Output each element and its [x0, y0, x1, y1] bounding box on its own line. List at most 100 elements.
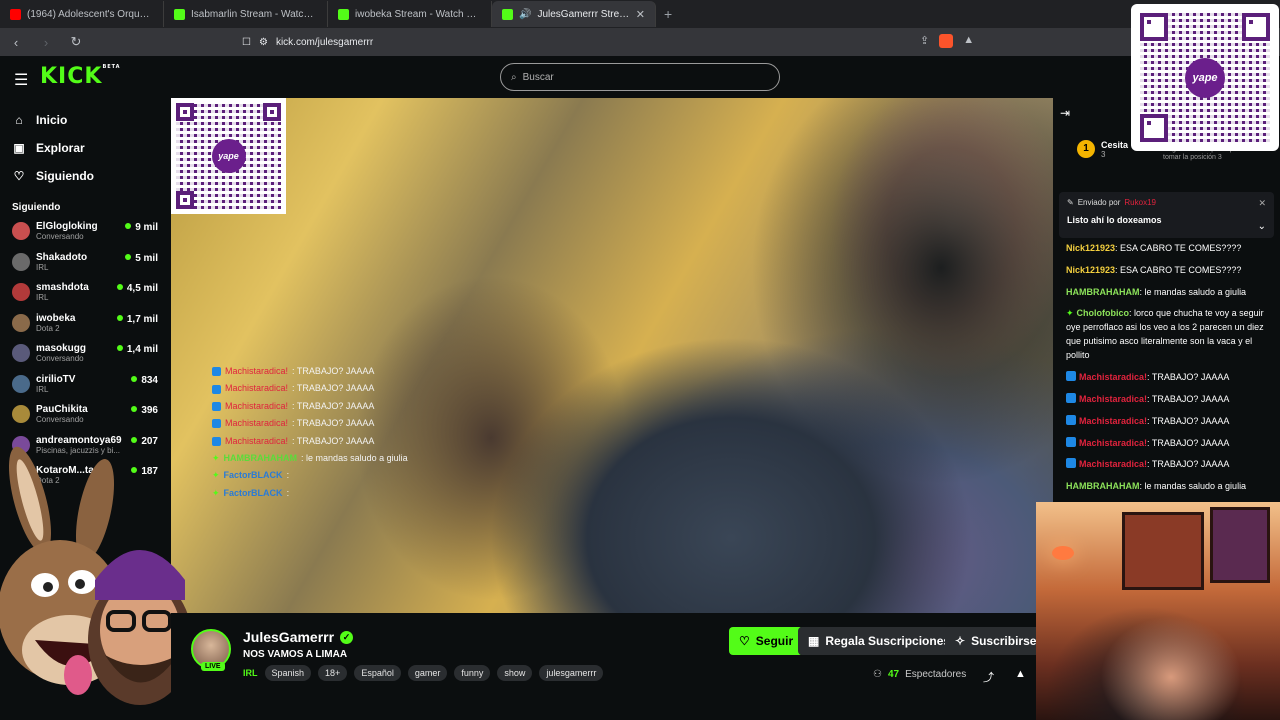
pinned-message[interactable]: ✎ Enviado por Rukox19 Listo ahí lo doxea… — [1059, 192, 1274, 238]
url-text: kick.com/julesgamerrr — [275, 36, 374, 48]
browser-tab[interactable]: Isabmarlin Stream - Watch Live on Ki — [164, 1, 328, 27]
share-icon[interactable]: ⇪ — [920, 34, 929, 48]
search-input[interactable]: ⌕ Buscar — [500, 63, 780, 91]
bookmark-icon[interactable]: ☐ — [242, 37, 251, 48]
badge-icon — [212, 402, 221, 412]
browser-tab[interactable]: (1964) Adolescent's Orquesta - Clase — [0, 1, 164, 27]
gift-subs-button[interactable]: ▦ Regala Suscripciones — [798, 627, 961, 655]
video-player[interactable] — [171, 98, 1053, 613]
channel-avatar — [12, 252, 30, 271]
menu-icon[interactable]: ☰ — [14, 70, 28, 90]
rewards-icon[interactable]: ▲ — [963, 34, 974, 48]
channel-viewers: 834 — [131, 375, 158, 386]
followed-channel[interactable]: Shakadoto IRL 5 mil — [0, 248, 170, 279]
subscribe-label: Suscribirse — [971, 634, 1037, 648]
chat-username[interactable]: Machistaradica! — [1079, 416, 1147, 426]
chat-message: Nick121923: ESA CABRO TE COMES???? — [1066, 263, 1271, 277]
followed-channel[interactable]: masokugg Conversando 1,4 mil — [0, 339, 170, 370]
video-chat-overlay: Machistaradica!: TRABAJO? JAAAA Machistar… — [212, 363, 408, 502]
streamer-name[interactable]: JulesGamerrr — [243, 629, 334, 645]
site-settings-icon[interactable]: ⚙ — [259, 37, 268, 48]
overlay-chat-line: Machistaradica!: TRABAJO? JAAAA — [212, 415, 408, 432]
chat-text: : TRABAJO? JAAAA — [1147, 393, 1230, 404]
channel-category: Conversando — [36, 354, 84, 363]
brave-shield-icon[interactable] — [939, 34, 954, 48]
speaker-icon[interactable]: 🔊 — [519, 9, 531, 20]
followed-channel[interactable]: cirilioTV IRL 834 — [0, 370, 170, 401]
nav-inicio[interactable]: ⌂ Inicio — [0, 106, 170, 134]
stream-tag[interactable]: 18+ — [318, 665, 348, 681]
nav-siguiendo[interactable]: ♡ Siguiendo — [0, 162, 170, 190]
viewers-icon: ⚇ — [873, 669, 882, 680]
chat-text: : le mandas saludo a giulia — [1139, 481, 1247, 492]
followed-channel[interactable]: PauChikita Conversando 396 — [0, 400, 170, 431]
reload-button[interactable]: ↻ — [68, 34, 84, 50]
subscriber-badge-icon — [1066, 371, 1076, 382]
followed-channel[interactable]: ElGlogloking Conversando 9 mil — [0, 217, 170, 248]
browser-tab[interactable]: iwobeka Stream - Watch Live on Kick — [328, 1, 492, 27]
overlay-chat-line: Machistaradica!: TRABAJO? JAAAA — [212, 363, 408, 380]
forward-button[interactable]: › — [38, 35, 54, 50]
heart-icon: ♡ — [739, 634, 750, 648]
share-icon[interactable]: ⤴ — [983, 669, 994, 685]
collapse-chat-icon[interactable]: ⇥ — [1060, 106, 1070, 120]
chat-username[interactable]: Nick121923 — [1066, 243, 1115, 253]
chat-username[interactable]: HAMBRAHAHAM — [1066, 481, 1140, 491]
gift-leaderboard: 1 Cesita 3 — [1077, 140, 1128, 159]
pinned-user[interactable]: Rukox19 — [1124, 198, 1156, 207]
channel-avatar — [12, 283, 30, 301]
browser-tab-active[interactable]: 🔊 JulesGamerrr Stream - Watch ✕ — [492, 1, 656, 27]
subscribe-button[interactable]: ✧ Suscribirse — [945, 627, 1047, 655]
chat-message: Nick121923: ESA CABRO TE COMES???? — [1066, 241, 1271, 255]
chevron-down-icon[interactable]: ⌄ — [1258, 221, 1266, 232]
channel-avatar — [12, 405, 30, 423]
gem-icon: ✦ — [212, 470, 220, 481]
followed-channel[interactable]: smashdota IRL 4,5 mil — [0, 278, 170, 309]
overlay-chat-user: HAMBRAHAHAM — [223, 453, 298, 464]
unpin-icon[interactable]: ✕ — [1258, 198, 1266, 209]
chat-username[interactable]: Machistaradica! — [1079, 438, 1147, 448]
overlay-chat-text: : TRABAJO? JAAAA — [292, 400, 375, 411]
follow-button[interactable]: ♡ Seguir — [729, 627, 804, 655]
site-header: ☰ KICKBETA ⌕ Buscar — [0, 56, 1280, 98]
chat-text: : TRABAJO? JAAAA — [1147, 459, 1230, 470]
stream-tag[interactable]: gamer — [407, 665, 448, 681]
stream-tag[interactable]: show — [497, 665, 533, 681]
chat-text: : ESA CABRO TE COMES???? — [1115, 243, 1242, 253]
stream-tag[interactable]: Español — [354, 665, 401, 681]
gift-icon: ▦ — [808, 634, 820, 648]
leader-count: 3 — [1101, 150, 1106, 159]
overlay-chat-text: : TRABAJO? JAAAA — [292, 366, 375, 376]
chat-username[interactable]: Machistaradica! — [1079, 394, 1147, 404]
leader-name[interactable]: Cesita — [1101, 140, 1128, 150]
address-bar-row: ‹ › ↻ ☐ ⚙ kick.com/julesgamerrr ⇪ ▲ — [0, 28, 1280, 56]
kick-icon — [502, 8, 513, 20]
wall-poster — [1122, 512, 1204, 590]
kick-icon — [174, 8, 185, 20]
stream-tag[interactable]: julesgamerrr — [539, 665, 604, 681]
stream-tag[interactable]: funny — [454, 665, 491, 681]
tab-title: (1964) Adolescent's Orquesta - Clase — [27, 8, 153, 20]
url-field[interactable]: ☐ ⚙ kick.com/julesgamerrr — [242, 32, 992, 52]
chat-username[interactable]: Machistaradica! — [1079, 372, 1147, 382]
chat-username[interactable]: Cholofobico — [1077, 308, 1130, 318]
followed-channel[interactable]: iwobeka Dota 2 1,7 mil — [0, 309, 170, 340]
subscriber-badge-icon — [1066, 392, 1076, 403]
chat-username[interactable]: Nick121923 — [1066, 265, 1115, 275]
live-badge: LIVE — [201, 662, 225, 671]
back-button[interactable]: ‹ — [8, 35, 24, 50]
nav-label: Inicio — [36, 113, 68, 127]
chat-username[interactable]: Machistaradica! — [1079, 459, 1147, 469]
new-tab-button[interactable]: + — [656, 6, 680, 22]
report-icon[interactable]: ▲ — [1015, 668, 1026, 680]
stream-category[interactable]: IRL — [243, 668, 258, 678]
pinned-sent-by: Enviado por — [1077, 198, 1121, 207]
kick-logo[interactable]: KICKBETA — [40, 64, 121, 89]
close-tab-icon[interactable]: ✕ — [636, 8, 645, 21]
nav-explorar[interactable]: ▣ Explorar — [0, 134, 170, 162]
logo-badge: BETA — [102, 64, 121, 70]
following-section-title: Siguiendo — [12, 202, 61, 213]
chat-text: : le mandas saludo a giulia — [1139, 286, 1247, 297]
stream-tag[interactable]: Spanish — [264, 665, 312, 681]
chat-username[interactable]: HAMBRAHAHAM — [1066, 287, 1140, 297]
